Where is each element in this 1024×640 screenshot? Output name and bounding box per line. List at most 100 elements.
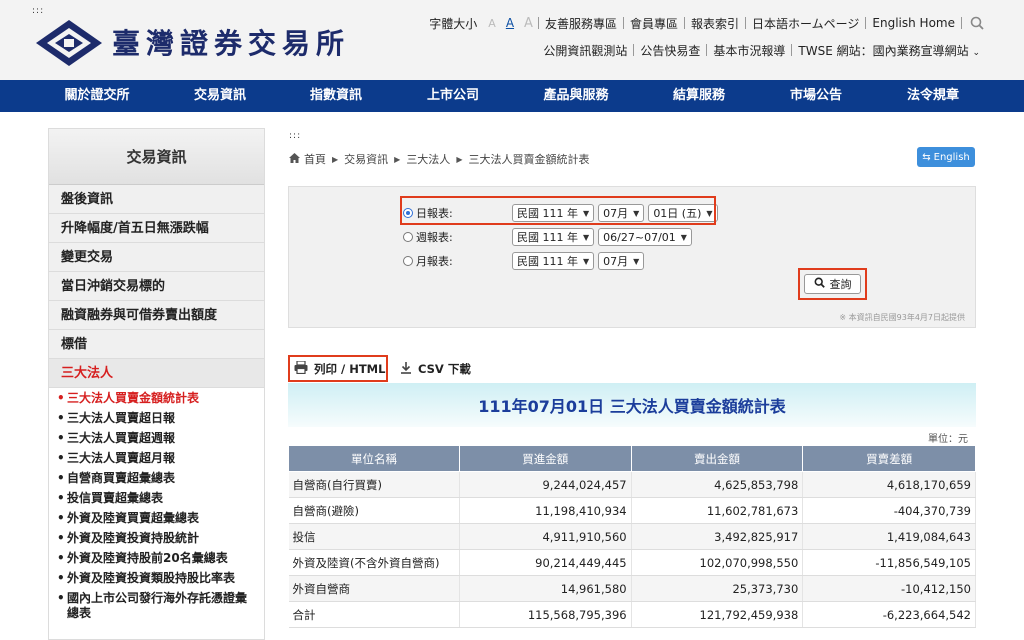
sidebar-item-altered-trading[interactable]: 變更交易 [49, 243, 264, 272]
font-size-large[interactable]: A [519, 16, 538, 31]
chevron-down-icon: ▼ [633, 256, 640, 266]
twse-sites-dropdown[interactable]: TWSE 網站：國內業務宣導網站 ⌄ [792, 42, 986, 59]
column-header: 買賣差額 [802, 445, 976, 472]
twse-logo[interactable]: 臺灣證券交易所 [34, 14, 364, 70]
row-label: 投信 [288, 523, 460, 550]
submenu-item[interactable]: • 自營商買賣超彙總表 [57, 471, 257, 486]
submenu-item[interactable]: • 外資及陸資投資持股統計 [57, 531, 257, 546]
sell-amount: 25,373,730 [631, 575, 804, 602]
sidebar-submenu: • 三大法人買賣金額統計表 • 三大法人買賣超日報 • 三大法人買賣超週報 • 三大法人… [49, 388, 264, 621]
buy-amount: 14,961,580 [459, 575, 632, 602]
nav-regulations[interactable]: 法令規章 [883, 80, 983, 112]
monthly-label: 月報表: [416, 255, 453, 268]
main-nav: 關於證交所 交易資訊 指數資訊 上市公司 產品與服務 結算服務 市場公告 法令規… [0, 80, 1024, 112]
nav-market-announcements[interactable]: 市場公告 [766, 80, 866, 112]
sidebar-item-after-hours[interactable]: 盤後資訊 [49, 185, 264, 214]
csv-label: CSV 下載 [418, 362, 471, 376]
link-accessible-services[interactable]: 友善服務專區 [539, 15, 623, 32]
download-icon [400, 361, 412, 377]
weekly-report-row: 週報表: 民國 111 年 ▼ 06/27~07/01 ▼ [403, 227, 696, 247]
submenu-item[interactable]: • 外資及陸資投資類股持股比率表 [57, 571, 257, 586]
breadcrumb-institutional[interactable]: 三大法人 [406, 151, 450, 167]
buy-amount: 4,911,910,560 [459, 523, 632, 550]
printer-icon [294, 360, 308, 377]
top-utility-links: 字體大小 A A A 友善服務專區 會員專區 報表索引 日本語ホームページ En… [423, 14, 986, 32]
row-label: 外資自營商 [288, 575, 460, 602]
net-amount: -6,223,664,542 [802, 601, 976, 628]
submenu-item[interactable]: • 三大法人買賣超週報 [57, 431, 257, 446]
chevron-down-icon: ⌄ [972, 47, 980, 58]
nav-index-info[interactable]: 指數資訊 [286, 80, 386, 112]
submenu-item[interactable]: • 外資及陸資持股前20名彙總表 [57, 551, 257, 566]
table-row: 外資及陸資(不含外資自營商) 90,214,449,445 102,070,99… [288, 549, 976, 576]
sell-amount: 102,070,998,550 [631, 549, 804, 576]
csv-download-button[interactable]: CSV 下載 [400, 361, 471, 377]
sell-amount: 3,492,825,917 [631, 523, 804, 550]
buy-amount: 90,214,449,445 [459, 549, 632, 576]
breadcrumb: 首頁 ▶ 交易資訊 ▶ 三大法人 ▶ 三大法人買賣金額統計表 [289, 151, 589, 167]
twse-sites-label: TWSE 網站：國內業務宣導網站 [798, 43, 969, 58]
weekly-radio[interactable] [403, 232, 413, 242]
query-button[interactable]: 查詢 [804, 274, 861, 294]
breadcrumb-arrow-icon: ▶ [456, 154, 463, 164]
table-row: 自營商(避險) 11,198,410,934 11,602,781,673 -4… [288, 497, 976, 524]
print-html-button[interactable]: 列印 / HTML [294, 360, 386, 377]
monthly-month-select[interactable]: 07月 ▼ [598, 252, 645, 270]
submenu-item[interactable]: • 三大法人買賣超月報 [57, 451, 257, 466]
report-title: 111年07月01日 三大法人買賣金額統計表 [288, 383, 976, 427]
submenu-item[interactable]: • 投信買賣超彙總表 [57, 491, 257, 506]
submenu-item[interactable]: • 外資及陸資買賣超彙總表 [57, 511, 257, 526]
table-row: 外資自營商 14,961,580 25,373,730 -10,412,150 [288, 575, 976, 602]
search-icon[interactable] [968, 14, 986, 32]
nav-products-services[interactable]: 產品與服務 [526, 80, 626, 112]
net-amount: -10,412,150 [802, 575, 976, 602]
link-announcement-search[interactable]: 公告快易查 [634, 42, 706, 59]
table-row: 合計 115,568,795,396 121,792,459,938 -6,22… [288, 601, 976, 628]
sidebar-item-institutional-investors[interactable]: 三大法人 [49, 359, 264, 388]
weekly-year-select[interactable]: 民國 111 年 ▼ [512, 228, 595, 246]
english-button-label: English [933, 151, 970, 163]
net-amount: 4,618,170,659 [802, 471, 976, 498]
link-english-home[interactable]: English Home [866, 16, 961, 30]
link-report-index[interactable]: 報表索引 [685, 15, 745, 32]
link-japanese-home[interactable]: 日本語ホームページ [746, 15, 865, 32]
nav-clearing-services[interactable]: 結算服務 [649, 80, 749, 112]
swap-icon: ⇆ [922, 151, 931, 163]
submenu-item[interactable]: • 國內上市公司發行海外存託憑證彙總表 [57, 591, 257, 621]
table-row: 自營商(自行買賣) 9,244,024,457 4,625,853,798 4,… [288, 471, 976, 498]
link-mops[interactable]: 公開資訊觀測站 [537, 42, 633, 59]
data-availability-note: ※ 本資訊自民國93年4月7日起提供 [839, 313, 965, 322]
sidebar-item-margin-trading[interactable]: 融資融券與可借券賣出額度 [49, 301, 264, 330]
print-label: 列印 / HTML [314, 362, 386, 376]
table-row: 投信 4,911,910,560 3,492,825,917 1,419,084… [288, 523, 976, 550]
link-members[interactable]: 會員專區 [624, 15, 684, 32]
highlight-box [400, 196, 716, 225]
monthly-radio[interactable] [403, 256, 413, 266]
net-amount: -11,856,549,105 [802, 549, 976, 576]
font-size-small[interactable]: A [483, 17, 501, 30]
english-button[interactable]: ⇆ English [917, 147, 975, 167]
sidebar-item-price-limits[interactable]: 升降幅度/首五日無漲跌幅 [49, 214, 264, 243]
site-header: ::: 臺灣證券交易所 字體大小 A A A 友善服務專區 會員專區 報表索引 … [0, 0, 1024, 80]
nav-about[interactable]: 關於證交所 [47, 80, 147, 112]
font-size-medium[interactable]: A [501, 16, 519, 30]
submenu-item[interactable]: • 三大法人買賣超日報 [57, 411, 257, 426]
sidebar-item-securities-borrowing[interactable]: 標借 [49, 330, 264, 359]
home-icon [289, 152, 300, 166]
weekly-range-select[interactable]: 06/27~07/01 ▼ [598, 228, 692, 246]
sell-amount: 121,792,459,938 [631, 601, 804, 628]
link-market-report[interactable]: 基本市況報導 [707, 42, 791, 59]
skip-link[interactable]: ::: [289, 131, 301, 141]
nav-listed-companies[interactable]: 上市公司 [403, 80, 503, 112]
submenu-item[interactable]: • 三大法人買賣金額統計表 [57, 391, 257, 406]
column-header: 單位名稱 [288, 445, 460, 472]
breadcrumb-home[interactable]: 首頁 [304, 151, 326, 167]
logo-mark-icon [36, 20, 102, 66]
column-header: 買進金額 [458, 445, 632, 472]
nav-trading-info[interactable]: 交易資訊 [170, 80, 270, 112]
monthly-year-select[interactable]: 民國 111 年 ▼ [512, 252, 595, 270]
sidebar-item-day-trading[interactable]: 當日沖銷交易標的 [49, 272, 264, 301]
breadcrumb-trading-info[interactable]: 交易資訊 [344, 151, 388, 167]
chevron-down-icon: ▼ [680, 232, 687, 242]
chevron-down-icon: ▼ [583, 232, 590, 242]
